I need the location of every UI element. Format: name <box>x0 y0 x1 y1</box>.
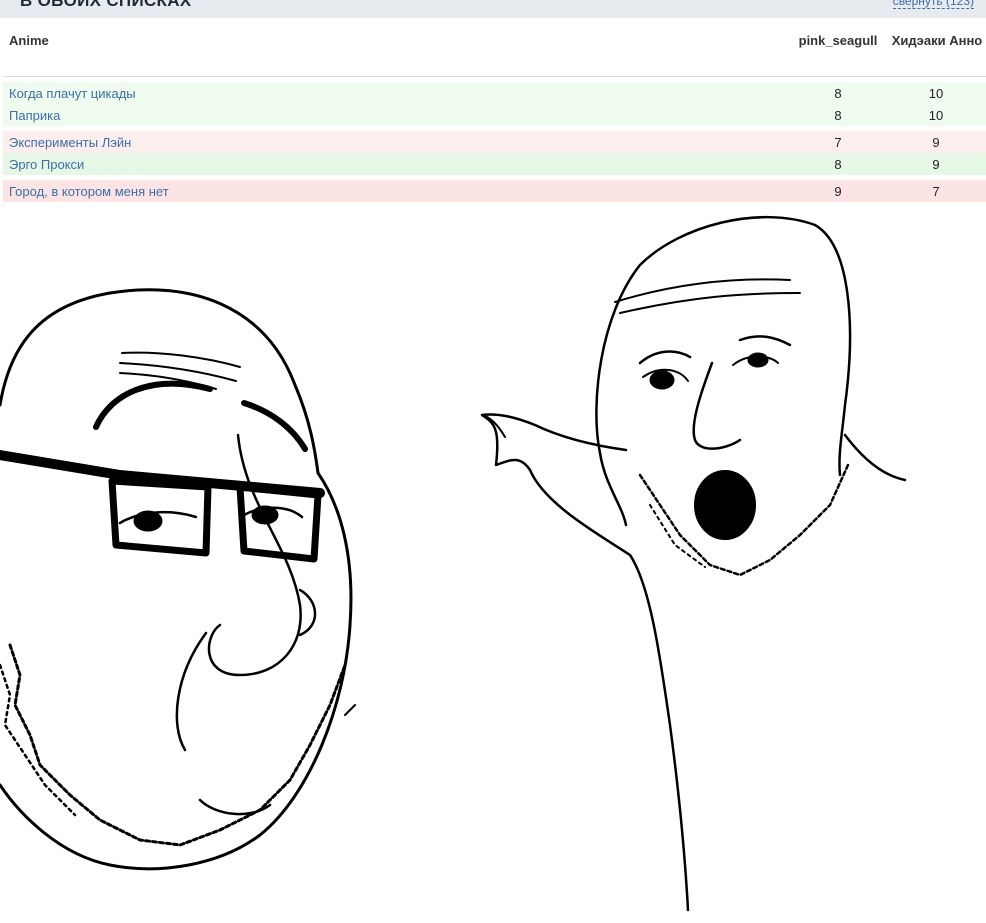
user1-score: 9 <box>834 184 842 199</box>
table-row: Паприка 8 10 <box>3 104 986 126</box>
table-row: Когда плачут цикады 8 10 <box>3 82 986 104</box>
anime-title-link[interactable]: Паприка <box>9 108 60 123</box>
user1-score: 8 <box>834 108 842 123</box>
anime-title-link[interactable]: Эрго Прокси <box>9 157 84 172</box>
section-title: В ОБОИХ СПИСКАХ <box>20 0 192 10</box>
table-row: Город, в котором меня нет 9 7 <box>3 180 986 202</box>
table-header: Anime pink_seagull Хидэаки Анно <box>3 18 986 77</box>
user1-score: 8 <box>834 157 842 172</box>
column-header-user2[interactable]: Хидэаки Анно <box>891 30 983 52</box>
table-row: Эрго Прокси 8 9 <box>3 153 986 175</box>
user2-score: 9 <box>932 157 940 172</box>
meme-illustration <box>0 215 907 912</box>
wojak-glasses-figure <box>0 288 356 871</box>
column-header-user1[interactable]: pink_seagull <box>773 30 903 52</box>
collapse-link[interactable]: свернуть (123) <box>892 0 974 9</box>
comparison-table: Anime pink_seagull Хидэаки Анно Когда пл… <box>3 18 986 202</box>
wojak-pointing-figure <box>480 215 907 912</box>
user2-score: 10 <box>928 86 944 101</box>
user2-score: 10 <box>928 108 944 123</box>
column-header-anime[interactable]: Anime <box>9 30 49 52</box>
user2-score: 7 <box>932 184 940 199</box>
anime-title-link[interactable]: Когда плачут цикады <box>9 86 136 101</box>
table-row: Эксперименты Лэйн 7 9 <box>3 131 986 153</box>
user2-score: 9 <box>932 135 940 150</box>
section-header: В ОБОИХ СПИСКАХ свернуть (123) <box>0 0 986 18</box>
anime-title-link[interactable]: Эксперименты Лэйн <box>9 135 131 150</box>
user1-score: 7 <box>834 135 842 150</box>
anime-title-link[interactable]: Город, в котором меня нет <box>9 184 169 199</box>
user1-score: 8 <box>834 86 842 101</box>
